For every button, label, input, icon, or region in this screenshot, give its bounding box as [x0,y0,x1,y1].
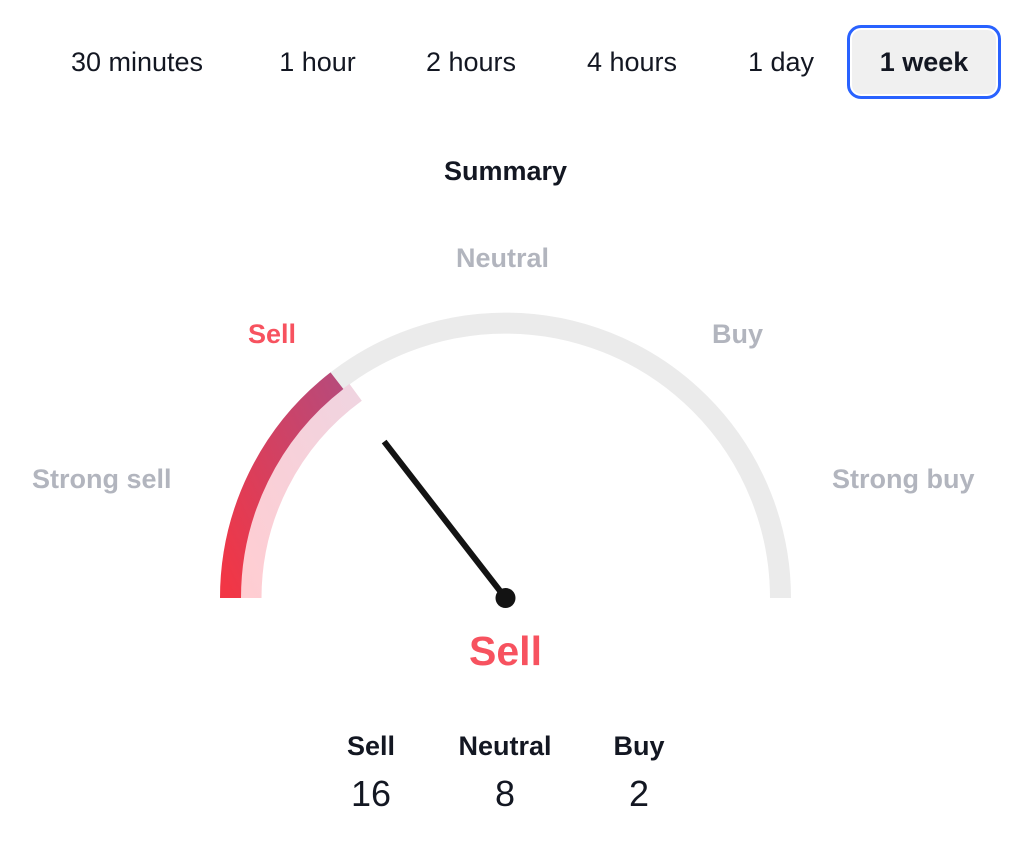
signal-counts: Sell 16 Neutral 8 Buy 2 [0,728,1011,818]
gauge-track [220,312,791,599]
gauge-needle [381,439,508,600]
count-buy-label: Buy [613,731,665,761]
gauge-chart [220,312,791,608]
count-neutral: Neutral 8 [435,728,575,818]
gauge-label-strong-buy: Strong buy [832,464,975,494]
count-neutral-value: 8 [494,773,516,814]
count-sell-value: 16 [350,773,392,814]
gauge-label-buy: Buy [712,319,764,349]
count-neutral-label: Neutral [458,731,552,761]
gauge-label-neutral: Neutral [456,243,550,273]
gauge-label-strong-sell: Strong sell [32,464,172,494]
count-buy: Buy 2 [569,728,709,818]
gauge-label-sell: Sell [248,319,297,349]
gauge-result: Sell [469,628,542,674]
count-sell: Sell 16 [301,728,441,818]
gauge-needle-pivot [495,588,516,608]
count-buy-value: 2 [628,773,650,814]
count-sell-label: Sell [346,731,396,761]
